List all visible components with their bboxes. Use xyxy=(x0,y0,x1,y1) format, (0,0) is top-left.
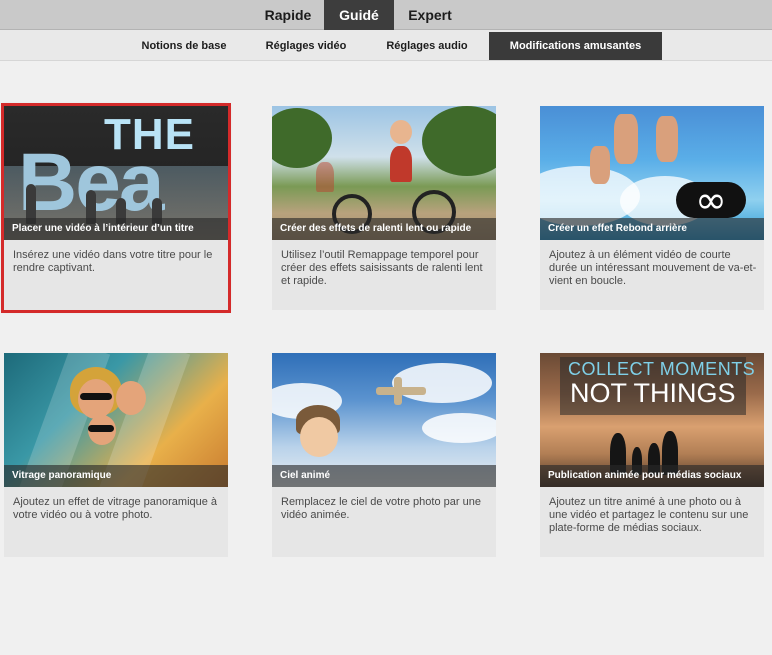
thumbnail-child xyxy=(390,146,412,182)
thumbnail-face xyxy=(300,417,338,457)
card-thumbnail: Créer des effets de ralenti lent ou rapi… xyxy=(272,106,496,240)
subtab-modifications-amusantes[interactable]: Modifications amusantes xyxy=(489,32,662,60)
card-description: Insérez une vidéo dans votre titre pour … xyxy=(13,249,213,274)
thumbnail-sunglasses xyxy=(88,425,114,432)
infinity-loop-icon: ∞ xyxy=(676,181,746,219)
guided-edit-card-social-post[interactable]: COLLECT MOMENTS NOT THINGS Publication a… xyxy=(540,353,764,557)
thumbnail-person xyxy=(656,116,678,162)
card-caption: Ciel animé xyxy=(272,465,496,487)
card-thumbnail: ∞ Créer un effet Rebond arrière xyxy=(540,106,764,240)
thumbnail-child-blur xyxy=(316,162,334,192)
guided-edit-card-panoramic-glass[interactable]: Vitrage panoramique Ajoutez un effet de … xyxy=(4,353,228,557)
thumbnail-title-text: COLLECT MOMENTS xyxy=(568,359,756,379)
card-caption: Publication animée pour médias sociaux xyxy=(540,465,764,487)
thumbnail-person xyxy=(614,114,638,164)
sub-tab-bar: Notions de base Réglages vidéo Réglages … xyxy=(0,30,772,61)
thumbnail-title-text: NOT THINGS xyxy=(570,378,736,408)
card-caption: Vitrage panoramique xyxy=(4,465,228,487)
card-caption: Créer des effets de ralenti lent ou rapi… xyxy=(272,218,496,240)
guided-edit-card-video-in-title[interactable]: THE Bea Placer une vidéo à l’intérieur d… xyxy=(1,103,231,313)
subtab-reglages-audio[interactable]: Réglages audio xyxy=(376,32,478,60)
guided-edit-card-bounce-back[interactable]: ∞ Créer un effet Rebond arrière Ajoutez … xyxy=(540,106,764,310)
card-description: Utilisez l’outil Remappage temporel pour… xyxy=(281,249,483,287)
guided-edit-card-animated-sky[interactable]: Ciel animé Remplacez le ciel de votre ph… xyxy=(272,353,496,557)
thumbnail-child-head xyxy=(390,120,412,144)
subtab-notions-de-base[interactable]: Notions de base xyxy=(132,32,236,60)
thumbnail-toy-plane xyxy=(394,377,402,405)
thumbnail-tree xyxy=(422,106,496,176)
card-caption: Placer une vidéo à l’intérieur d’un titr… xyxy=(4,218,228,240)
card-caption: Créer un effet Rebond arrière xyxy=(540,218,764,240)
thumbnail-cloud xyxy=(422,413,496,443)
thumbnail-person xyxy=(590,146,610,184)
mode-bar: Rapide Guidé Expert xyxy=(0,0,772,30)
card-thumbnail: Vitrage panoramique xyxy=(4,353,228,487)
tab-rapide[interactable]: Rapide xyxy=(252,0,324,30)
card-thumbnail: COLLECT MOMENTS NOT THINGS Publication a… xyxy=(540,353,764,487)
card-thumbnail: Ciel animé xyxy=(272,353,496,487)
card-description: Ajoutez un titre animé à une photo ou à … xyxy=(549,496,749,534)
thumbnail-cloud xyxy=(392,363,492,403)
tab-guide[interactable]: Guidé xyxy=(324,0,394,30)
guided-edit-card-time-remap[interactable]: Créer des effets de ralenti lent ou rapi… xyxy=(272,106,496,310)
card-description: Ajoutez à un élément vidéo de courte dur… xyxy=(549,249,757,287)
thumbnail-sunglasses xyxy=(80,393,112,400)
thumbnail-tree xyxy=(272,108,332,168)
subtab-reglages-video[interactable]: Réglages vidéo xyxy=(256,32,356,60)
tab-expert[interactable]: Expert xyxy=(394,0,466,30)
card-description: Remplacez le ciel de votre photo par une… xyxy=(281,496,481,521)
thumbnail-face xyxy=(116,381,146,415)
card-thumbnail: THE Bea Placer une vidéo à l’intérieur d… xyxy=(4,106,228,240)
card-description: Ajoutez un effet de vitrage panoramique … xyxy=(13,496,218,521)
